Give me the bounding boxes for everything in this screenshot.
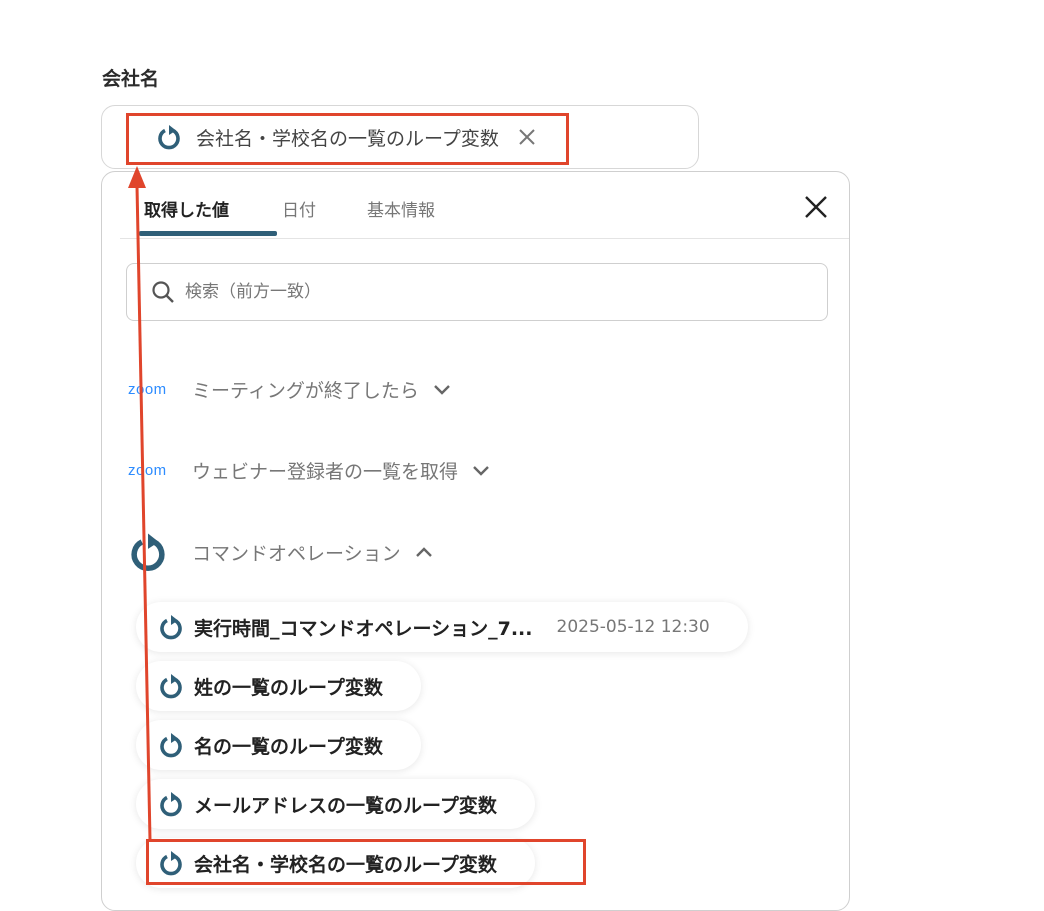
loop-icon (158, 614, 184, 640)
group-label: コマンドオペレーション (192, 542, 401, 565)
search-box[interactable] (126, 263, 828, 321)
chevron-up-icon (415, 547, 432, 557)
item-label: 実行時間_コマンドオペレーション_7... (194, 617, 533, 640)
list-item[interactable]: 実行時間_コマンドオペレーション_7... 2025-05-12 12:30 (136, 602, 748, 652)
loop-icon (158, 732, 184, 758)
highlight-box-item (146, 839, 586, 885)
item-label: 姓の一覧のループ変数 (194, 676, 383, 699)
field-label: 会社名 (102, 68, 160, 90)
list-item[interactable]: 名の一覧のループ変数 (136, 720, 421, 770)
list-item[interactable]: メールアドレスの一覧のループ変数 (136, 779, 535, 829)
loop-icon (158, 673, 184, 699)
zoom-logo: zoom (128, 462, 167, 479)
tab-date[interactable]: 日付 (282, 196, 316, 221)
group-label: ウェビナー登録者の一覧を取得 (192, 461, 459, 483)
search-icon (152, 281, 174, 303)
zoom-logo: zoom (128, 381, 167, 398)
chevron-down-icon (473, 465, 489, 476)
item-label: メールアドレスの一覧のループ変数 (194, 794, 497, 817)
group-meeting-ended[interactable]: zoom ミーティングが終了したら (128, 376, 451, 403)
list-item[interactable]: 姓の一覧のループ変数 (136, 661, 421, 711)
item-value: 2025-05-12 12:30 (556, 617, 710, 637)
group-command-operation[interactable]: コマンドオペレーション (128, 530, 433, 574)
tab-bar: 取得した値 日付 基本情報 (120, 172, 849, 239)
loop-icon (128, 530, 168, 574)
variable-picker-panel: 取得した値 日付 基本情報 zoom ミーティングが終了したら zoom ウェビ… (101, 171, 850, 911)
close-icon[interactable] (803, 194, 829, 220)
highlight-box-field (126, 113, 569, 165)
loop-icon (158, 791, 184, 817)
group-webinar-registrants[interactable]: zoom ウェビナー登録者の一覧を取得 (128, 457, 490, 484)
tab-basic-info[interactable]: 基本情報 (367, 196, 435, 221)
tab-acquired-values[interactable]: 取得した値 (144, 196, 229, 221)
active-tab-indicator (139, 231, 277, 236)
chevron-down-icon (434, 384, 450, 395)
search-input[interactable] (183, 281, 787, 303)
item-label: 名の一覧のループ変数 (194, 735, 383, 758)
group-label: ミーティングが終了したら (192, 380, 419, 402)
